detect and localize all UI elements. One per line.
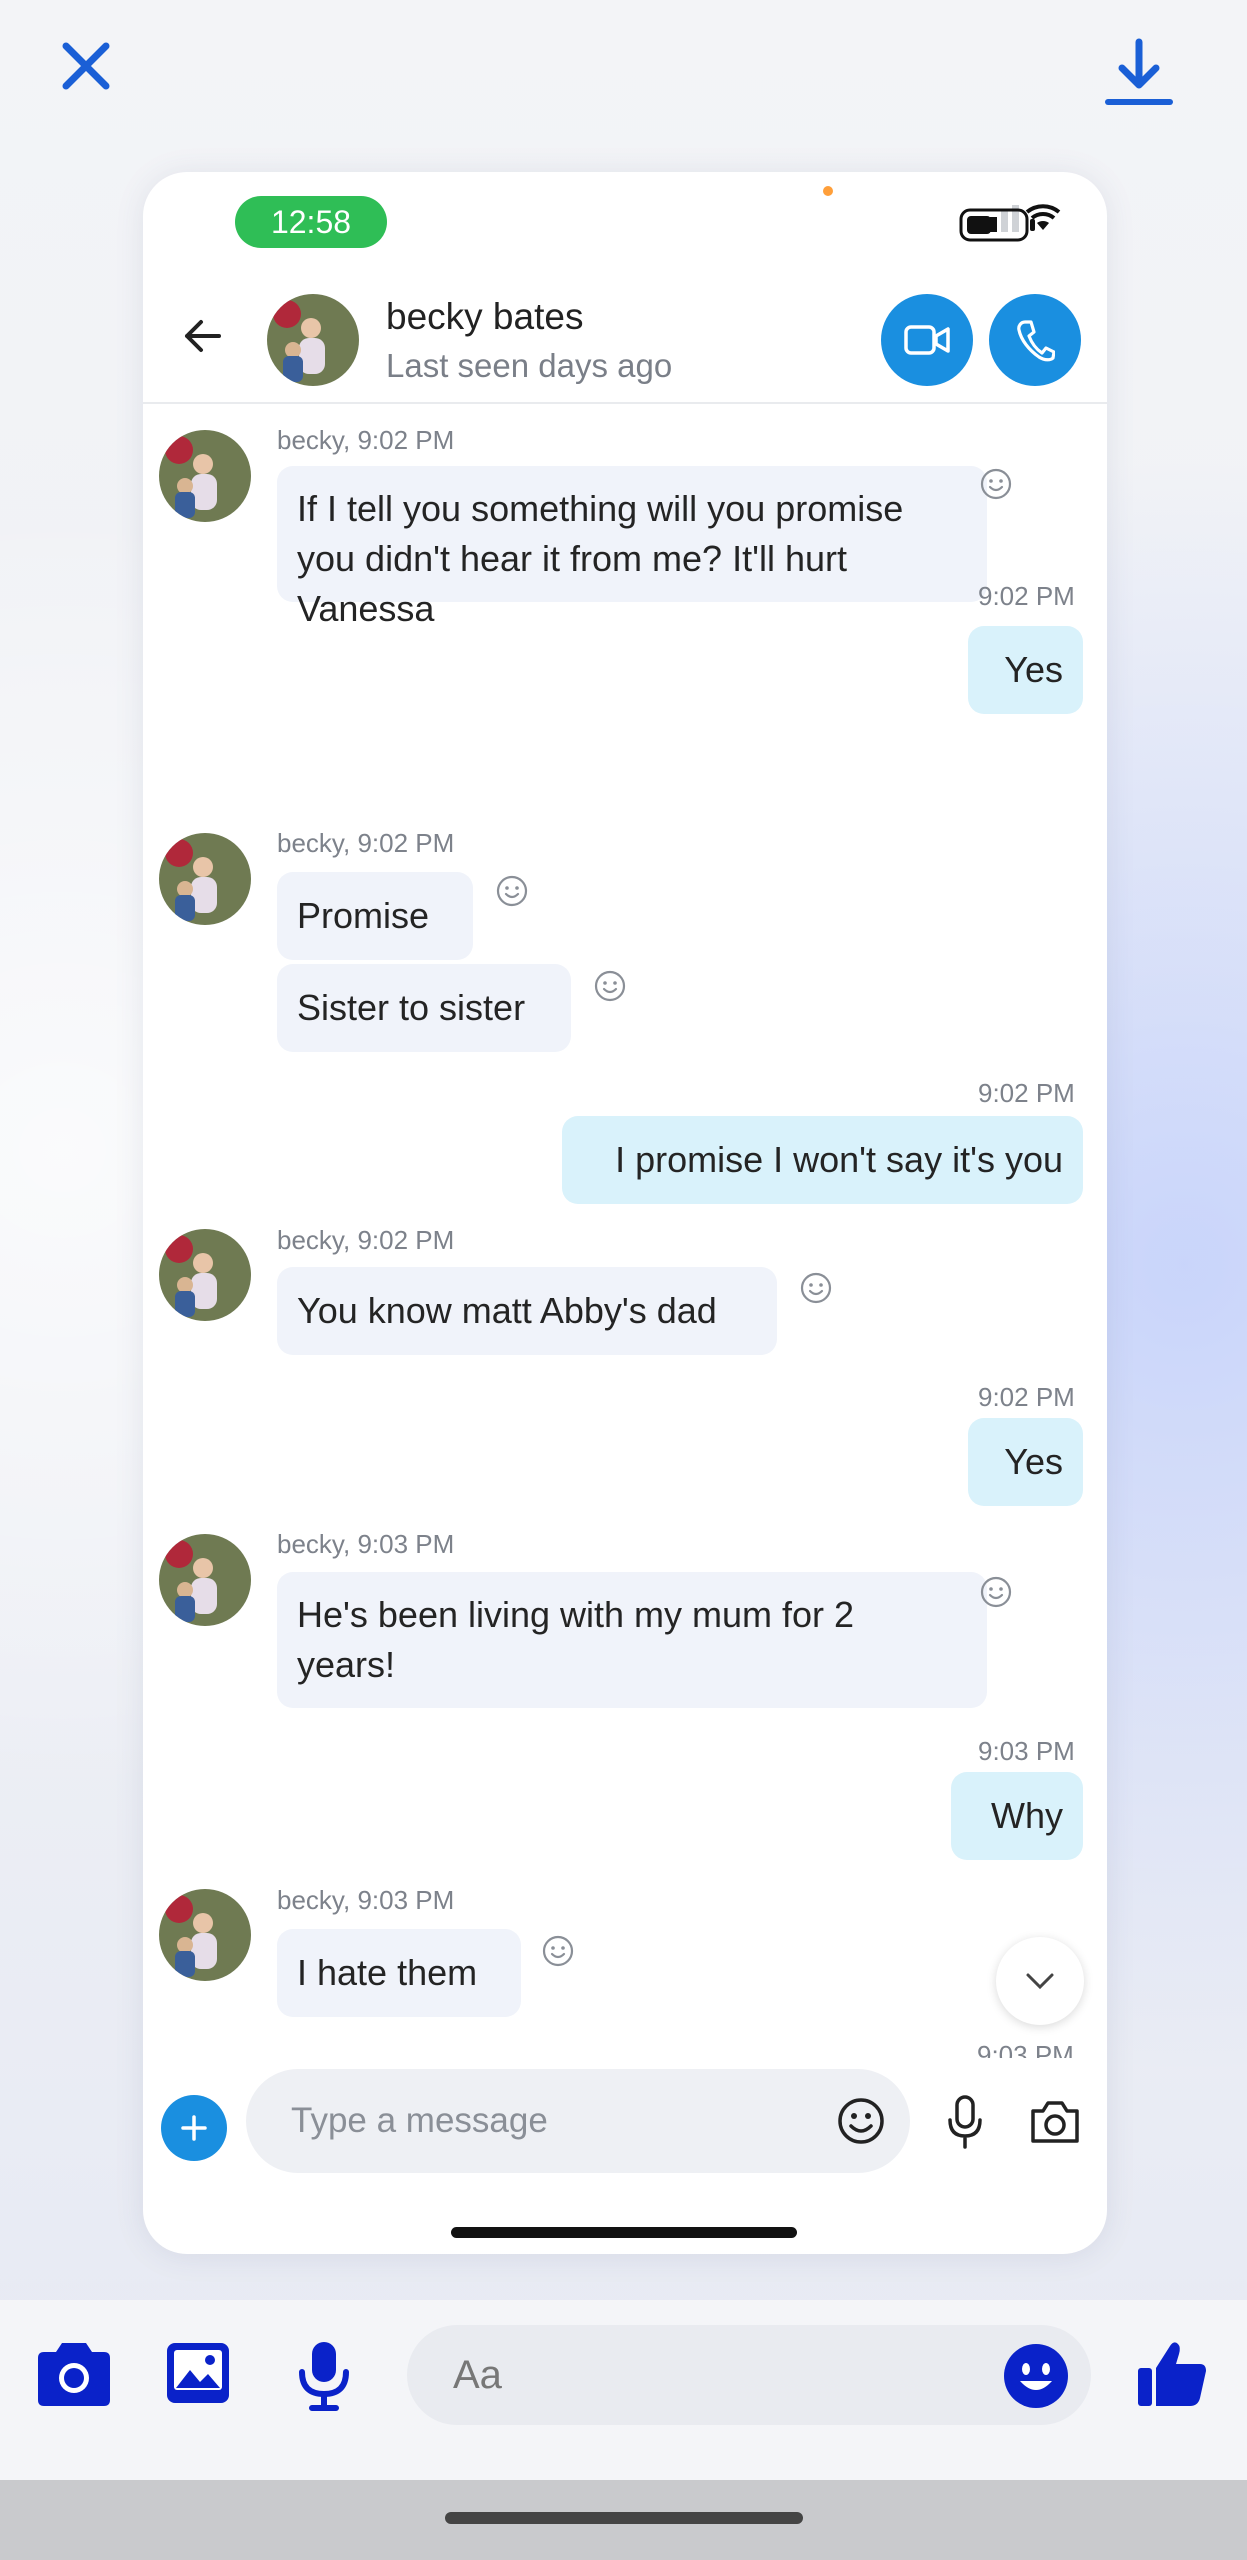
emoji-icon[interactable] bbox=[836, 2096, 886, 2146]
phone-call-button[interactable] bbox=[989, 294, 1081, 386]
message-input[interactable]: Type a message bbox=[246, 2069, 910, 2173]
add-reaction-icon[interactable] bbox=[979, 467, 1013, 501]
contact-status: Last seen days ago bbox=[386, 347, 673, 384]
message-input-placeholder: Type a message bbox=[291, 2101, 548, 2140]
message-meta: 9:02 PM bbox=[978, 1382, 1075, 1412]
message-text-line: If I tell you something will you promise bbox=[297, 488, 904, 529]
message-text-line: Why bbox=[991, 1795, 1063, 1836]
message-text-line: I promise I won't say it's you bbox=[615, 1139, 1063, 1180]
outer-message-input[interactable]: Aa bbox=[407, 2325, 1091, 2425]
camera-icon[interactable] bbox=[36, 2340, 112, 2408]
message-meta: 9:02 PM bbox=[978, 581, 1075, 611]
message-time: 9:03 PM bbox=[977, 2040, 1074, 2058]
phone-call-icon bbox=[1017, 320, 1055, 362]
video-call-icon bbox=[904, 325, 950, 355]
microphone-icon[interactable] bbox=[296, 2340, 352, 2412]
image-icon[interactable] bbox=[164, 2340, 232, 2406]
incoming-message-bubble[interactable]: Promise bbox=[277, 872, 473, 960]
privacy-indicator-dot bbox=[823, 186, 833, 196]
message-text-line: Sister to sister bbox=[297, 987, 526, 1028]
screenshot-card: 12:58 becky bates Last seen days ago bec… bbox=[143, 172, 1107, 2254]
message-avatar[interactable] bbox=[159, 833, 251, 925]
chevron-down-icon bbox=[1026, 1973, 1054, 1990]
message-text-line: years! bbox=[297, 1644, 396, 1685]
avatar[interactable] bbox=[267, 294, 359, 386]
add-reaction-icon[interactable] bbox=[593, 969, 627, 1003]
message-avatar[interactable] bbox=[159, 1889, 251, 1981]
incoming-message-bubble[interactable]: I hate them bbox=[277, 1929, 521, 2017]
message-meta: becky, 9:02 PM bbox=[277, 1225, 455, 1255]
emoji-icon[interactable] bbox=[1003, 2343, 1069, 2409]
thumbs-up-icon[interactable] bbox=[1136, 2338, 1208, 2408]
message-meta: becky, 9:03 PM bbox=[277, 1885, 455, 1915]
message-text-line: You know matt Abby's dad bbox=[297, 1290, 717, 1331]
message-text-line: He's been living with my mum for 2 bbox=[297, 1594, 855, 1635]
back-arrow-icon[interactable] bbox=[179, 312, 227, 360]
home-indicator bbox=[451, 2227, 797, 2238]
incoming-message-bubble[interactable]: If I tell you something will you promise… bbox=[277, 466, 987, 629]
add-reaction-icon[interactable] bbox=[541, 1934, 575, 1968]
download-icon[interactable] bbox=[1104, 38, 1174, 110]
camera-icon[interactable] bbox=[1029, 2097, 1081, 2145]
header-divider bbox=[143, 402, 1107, 404]
status-time: 12:58 bbox=[235, 196, 387, 248]
outer-message-placeholder: Aa bbox=[453, 2353, 502, 2397]
outgoing-message-bubble[interactable]: I promise I won't say it's you bbox=[562, 1116, 1083, 1204]
message-avatar[interactable] bbox=[159, 430, 251, 522]
message-text-line: Promise bbox=[297, 895, 430, 936]
add-reaction-icon[interactable] bbox=[495, 874, 529, 908]
message-meta: becky, 9:02 PM bbox=[277, 425, 455, 455]
plus-icon bbox=[181, 2115, 207, 2141]
message-avatar[interactable] bbox=[159, 1229, 251, 1321]
message-meta: 9:03 PM bbox=[978, 1736, 1075, 1766]
add-reaction-icon[interactable] bbox=[979, 1575, 1013, 1609]
incoming-message-bubble[interactable]: He's been living with my mum for 2 years! bbox=[277, 1572, 987, 1708]
incoming-message-bubble[interactable]: Sister to sister bbox=[277, 964, 571, 1052]
message-avatar[interactable] bbox=[159, 1534, 251, 1626]
close-icon[interactable] bbox=[58, 38, 114, 94]
message-text-line: I hate them bbox=[297, 1952, 478, 1993]
message-text-line: Yes bbox=[1004, 1441, 1063, 1482]
incoming-message-bubble[interactable]: You know matt Abby's dad bbox=[277, 1267, 777, 1355]
message-meta: becky, 9:03 PM bbox=[277, 1529, 455, 1559]
contact-name: becky bates bbox=[386, 296, 584, 337]
outgoing-message-bubble[interactable]: Why bbox=[951, 1772, 1083, 1860]
outgoing-message-bubble[interactable]: Yes bbox=[968, 626, 1083, 714]
microphone-icon[interactable] bbox=[945, 2094, 985, 2150]
message-text-line: Vanessa bbox=[297, 588, 435, 629]
add-button[interactable] bbox=[161, 2095, 227, 2161]
message-meta: becky, 9:02 PM bbox=[277, 828, 455, 858]
video-call-button[interactable] bbox=[881, 294, 973, 386]
message-meta: 9:02 PM bbox=[978, 1078, 1075, 1108]
battery-icon bbox=[959, 208, 1035, 242]
message-text-line: you didn't hear it from me? It'll hurt bbox=[297, 538, 847, 579]
home-indicator bbox=[445, 2512, 803, 2524]
outgoing-message-bubble[interactable]: Yes bbox=[968, 1418, 1083, 1506]
scroll-down-button[interactable] bbox=[996, 1937, 1084, 2025]
message-text-line: Yes bbox=[1004, 649, 1063, 690]
add-reaction-icon[interactable] bbox=[799, 1271, 833, 1305]
